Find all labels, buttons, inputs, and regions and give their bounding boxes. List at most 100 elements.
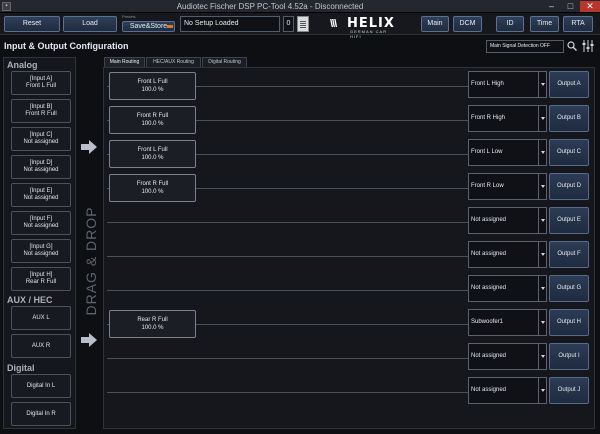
input-id: [Input H]: [29, 272, 53, 278]
input-g-button[interactable]: [Input G] Not assigned: [11, 239, 71, 263]
output-c-button[interactable]: Output C: [549, 139, 589, 166]
sliders-icon[interactable]: [582, 40, 594, 52]
save-store-label: Save&Store: [129, 23, 168, 30]
chevron-down-icon[interactable]: [538, 276, 546, 301]
routing-matrix: Front L Full 100.0 % Front L High Output …: [103, 67, 595, 429]
output-b-button[interactable]: Output B: [549, 105, 589, 132]
route-source-d[interactable]: Front R Full 100.0 %: [109, 174, 196, 202]
channel-select-h[interactable]: Subwoofer1: [468, 309, 547, 336]
search-icon[interactable]: [567, 41, 577, 51]
channel-select-a[interactable]: Front L High: [468, 71, 547, 98]
toolbar: Reset Load Presets Save&Store No Setup L…: [0, 13, 600, 39]
input-e-button[interactable]: [Input E] Not assigned: [11, 183, 71, 207]
input-id: [Input C]: [29, 132, 53, 138]
route-source-h[interactable]: Rear R Full 100.0 %: [109, 310, 196, 338]
chevron-down-icon[interactable]: [538, 310, 546, 335]
digital-in-r-button[interactable]: Digital In R: [11, 402, 71, 426]
chevron-down-icon[interactable]: [538, 242, 546, 267]
input-name: Not assigned: [23, 251, 59, 257]
chevron-down-icon[interactable]: [538, 208, 546, 233]
chevron-down-icon[interactable]: [538, 106, 546, 131]
output-f-button[interactable]: Output F: [549, 241, 589, 268]
channel-name: Front R High: [471, 115, 506, 121]
preset-number-field[interactable]: 0: [283, 16, 294, 32]
channel-select-e[interactable]: Not assigned: [468, 207, 547, 234]
input-a-button[interactable]: [Input A] Front L Full: [11, 71, 71, 95]
maximize-button[interactable]: □: [562, 1, 579, 12]
digital-in-l-button[interactable]: Digital In L: [11, 374, 71, 398]
channel-name: Not assigned: [471, 217, 507, 223]
chevron-down-icon[interactable]: [538, 174, 546, 199]
output-h-button[interactable]: Output H: [549, 309, 589, 336]
input-name: Front L Full: [25, 83, 57, 89]
input-id: [Input F]: [29, 216, 52, 222]
input-name: Rear R Full: [25, 279, 57, 285]
signal-detection-field[interactable]: Main Signal Detection OFF: [486, 40, 564, 53]
input-id: [Input E]: [29, 188, 53, 194]
nav-rta-button[interactable]: RTA: [563, 16, 593, 32]
tab-main-routing[interactable]: Main Routing: [104, 57, 145, 67]
chevron-down-icon[interactable]: [538, 72, 546, 97]
output-j-button[interactable]: Output J: [549, 377, 589, 404]
setup-name-field[interactable]: No Setup Loaded: [180, 16, 280, 32]
channel-name: Not assigned: [471, 285, 507, 291]
channel-select-i[interactable]: Not assigned: [468, 343, 547, 370]
load-button[interactable]: Load: [63, 16, 117, 32]
channel-select-c[interactable]: Front L Low: [468, 139, 547, 166]
route-source-a[interactable]: Front L Full 100.0 %: [109, 72, 196, 100]
chevron-down-icon[interactable]: [538, 344, 546, 369]
title-bar: ▪ Audiotec Fischer DSP PC-Tool 4.52a - D…: [0, 0, 600, 13]
input-id: [Input G]: [29, 244, 53, 250]
aux-r-button[interactable]: AUX R: [11, 334, 71, 358]
source-level: 100.0 %: [141, 155, 164, 161]
channel-name: Front L Low: [471, 149, 503, 155]
document-icon[interactable]: [297, 16, 309, 32]
close-button[interactable]: ✕: [580, 1, 600, 12]
window-title: Audiotec Fischer DSP PC-Tool 4.52a - Dis…: [176, 2, 364, 11]
source-name: Front L Full: [137, 147, 168, 153]
channel-select-j[interactable]: Not assigned: [468, 377, 547, 404]
output-a-button[interactable]: Output A: [549, 71, 589, 98]
nav-time-button[interactable]: Time: [530, 16, 559, 32]
channel-select-g[interactable]: Not assigned: [468, 275, 547, 302]
chevron-down-icon[interactable]: [538, 378, 546, 403]
input-b-button[interactable]: [Input B] Front R Full: [11, 99, 71, 123]
output-d-button[interactable]: Output D: [549, 173, 589, 200]
channel-name: Not assigned: [471, 387, 507, 393]
tab-hec-aux-routing[interactable]: HEC/AUX Routing: [146, 57, 201, 67]
input-name: Not assigned: [23, 195, 59, 201]
channel-name: Front L High: [471, 81, 504, 87]
reset-button[interactable]: Reset: [4, 16, 60, 32]
route-source-b[interactable]: Front R Full 100.0 %: [109, 106, 196, 134]
input-name: Not assigned: [23, 223, 59, 229]
input-h-button[interactable]: [Input H] Rear R Full: [11, 267, 71, 291]
input-f-button[interactable]: [Input F] Not assigned: [11, 211, 71, 235]
tab-digital-routing[interactable]: Digital Routing: [202, 57, 247, 67]
output-g-button[interactable]: Output G: [549, 275, 589, 302]
output-i-button[interactable]: Output I: [549, 343, 589, 370]
arrow-right-icon: [81, 140, 97, 154]
source-name: Front R Full: [136, 113, 169, 119]
source-name: Rear R Full: [137, 317, 168, 323]
drag-drop-label: DRAG & DROP: [83, 206, 99, 316]
route-line: [107, 222, 469, 223]
aux-l-button[interactable]: AUX L: [11, 306, 71, 330]
channel-select-b[interactable]: Front R High: [468, 105, 547, 132]
minimize-button[interactable]: –: [543, 1, 560, 12]
helix-logo: \\\ HELIX GERMAN CAR HIFI: [330, 15, 398, 39]
save-store-button[interactable]: Save&Store: [122, 21, 175, 32]
channel-select-f[interactable]: Not assigned: [468, 241, 547, 268]
page-title: Input & Output Configuration: [4, 41, 129, 51]
input-d-button[interactable]: [Input D] Not assigned: [11, 155, 71, 179]
channel-select-d[interactable]: Front R Low: [468, 173, 547, 200]
input-id: [Input D]: [29, 160, 53, 166]
output-e-button[interactable]: Output E: [549, 207, 589, 234]
nav-dcm-button[interactable]: DCM: [453, 16, 482, 32]
nav-main-button[interactable]: Main: [421, 16, 449, 32]
input-c-button[interactable]: [Input C] Not assigned: [11, 127, 71, 151]
nav-id-button[interactable]: ID: [496, 16, 524, 32]
route-source-c[interactable]: Front L Full 100.0 %: [109, 140, 196, 168]
chevron-down-icon[interactable]: [538, 140, 546, 165]
route-line: [107, 358, 469, 359]
analog-section-title: Analog: [7, 60, 38, 70]
